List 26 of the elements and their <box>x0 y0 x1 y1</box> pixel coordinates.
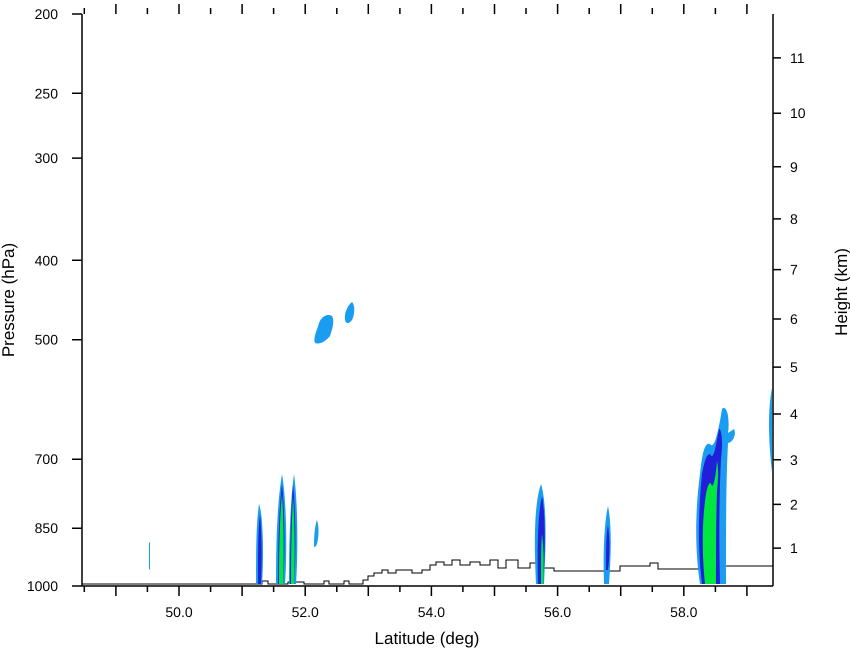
pressure-tick-label: 200 <box>34 6 58 22</box>
pressure-tick-label: 1000 <box>26 578 58 594</box>
height-tick-label: 10 <box>790 105 806 122</box>
height-tick-label: 6 <box>790 311 798 328</box>
height-tick-label: 1 <box>790 540 798 556</box>
x-tick-label: 58.0 <box>670 604 698 620</box>
x-tick-label: 56.0 <box>544 604 572 620</box>
height-tick-label: 4 <box>790 406 798 422</box>
pressure-tick-label: 700 <box>34 451 58 468</box>
height-tick-label: 2 <box>790 496 798 512</box>
x-tick-label: 52.0 <box>292 604 319 620</box>
pressure-tick-label: 850 <box>34 520 58 536</box>
pressure-tick-label: 400 <box>34 252 58 268</box>
height-tick-label: 5 <box>790 359 798 376</box>
x-tick-label: 54.0 <box>418 604 446 620</box>
pressure-tick-label: 250 <box>34 85 58 102</box>
y-axis-title: Pressure (hPa) <box>0 242 18 358</box>
height-tick-label: 8 <box>790 210 798 227</box>
height-tick-label: 7 <box>790 262 798 278</box>
height-tick-label: 9 <box>790 158 798 175</box>
pressure-tick-label: 500 <box>34 332 58 348</box>
height-tick-label: 11 <box>790 50 805 66</box>
x-tick-label: 50.0 <box>165 604 193 620</box>
pressure-tick-label: 300 <box>34 150 58 166</box>
x-axis-title: Latitude (deg) <box>374 629 480 648</box>
height-tick-label: 3 <box>790 452 798 468</box>
